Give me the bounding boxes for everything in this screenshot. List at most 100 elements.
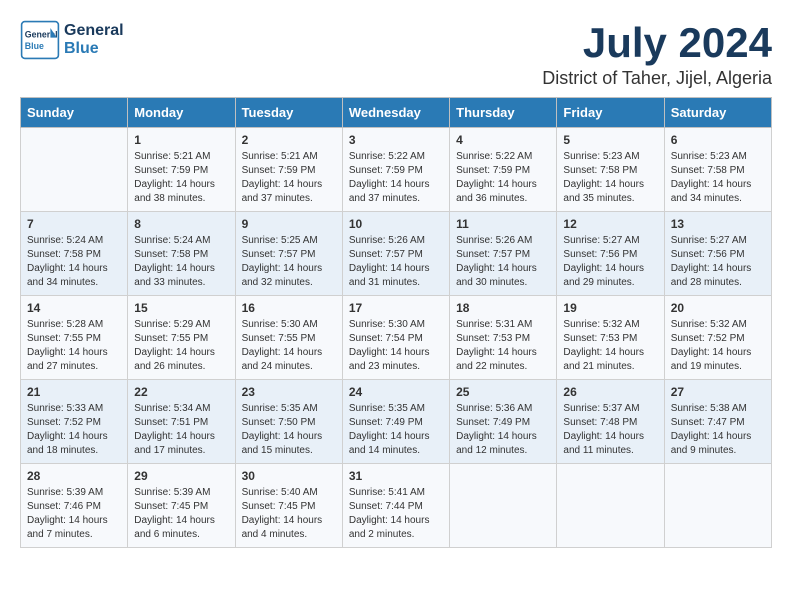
main-title: July 2024 [542, 20, 772, 66]
calendar-cell: 29Sunrise: 5:39 AMSunset: 7:45 PMDayligh… [128, 464, 235, 548]
cell-info: Sunrise: 5:24 AMSunset: 7:58 PMDaylight:… [27, 234, 121, 290]
week-row-3: 14 Sunrise: 5:28 AMSunset: 7:55 PMDayligh… [21, 296, 772, 380]
day-number: 14 [27, 301, 121, 315]
day-number: 11 [456, 217, 550, 231]
cell-info: Sunrise: 5:25 AMSunset: 7:57 PMDaylight:… [242, 234, 336, 290]
day-number: 15 [134, 301, 228, 315]
day-number: 18 [456, 301, 550, 315]
header-thursday: Thursday [450, 98, 557, 128]
header-monday: Monday [128, 98, 235, 128]
calendar-cell: 16 Sunrise: 5:30 AMSunset: 7:55 PMDayligh… [235, 296, 342, 380]
calendar-cell: 3 Sunrise: 5:22 AMSunset: 7:59 PMDaylight… [342, 128, 449, 212]
cell-info: Sunrise: 5:35 AMSunset: 7:50 PMDaylight:… [242, 402, 336, 458]
cell-info: Sunrise: 5:40 AMSunset: 7:45 PMDaylight:… [242, 486, 336, 542]
day-number: 12 [563, 217, 657, 231]
subtitle: District of Taher, Jijel, Algeria [542, 68, 772, 89]
calendar-cell: 27 Sunrise: 5:38 AMSunset: 7:47 PMDayligh… [664, 380, 771, 464]
calendar-cell: 24 Sunrise: 5:35 AMSunset: 7:49 PMDayligh… [342, 380, 449, 464]
day-number: 3 [349, 133, 443, 147]
cell-info: Sunrise: 5:28 AMSunset: 7:55 PMDaylight:… [27, 318, 121, 374]
day-number: 8 [134, 217, 228, 231]
cell-info: Sunrise: 5:33 AMSunset: 7:52 PMDaylight:… [27, 402, 121, 458]
calendar-cell: 10Sunrise: 5:26 AMSunset: 7:57 PMDayligh… [342, 212, 449, 296]
cell-info: Sunrise: 5:27 AMSunset: 7:56 PMDaylight:… [671, 234, 765, 290]
header-wednesday: Wednesday [342, 98, 449, 128]
day-number: 7 [27, 217, 121, 231]
day-number: 28 [27, 469, 121, 483]
calendar-cell: 4Sunrise: 5:22 AMSunset: 7:59 PMDaylight… [450, 128, 557, 212]
cell-info: Sunrise: 5:31 AMSunset: 7:53 PMDaylight:… [456, 318, 550, 374]
day-number: 5 [563, 133, 657, 147]
cell-info: Sunrise: 5:27 AMSunset: 7:56 PMDaylight:… [563, 234, 657, 290]
header-sunday: Sunday [21, 98, 128, 128]
cell-info: Sunrise: 5:24 AMSunset: 7:58 PMDaylight:… [134, 234, 228, 290]
calendar-cell: 23 Sunrise: 5:35 AMSunset: 7:50 PMDayligh… [235, 380, 342, 464]
calendar-cell: 11Sunrise: 5:26 AMSunset: 7:57 PMDayligh… [450, 212, 557, 296]
cell-info: Sunrise: 5:36 AMSunset: 7:49 PMDaylight:… [456, 402, 550, 458]
week-row-1: 1 Sunrise: 5:21 AMSunset: 7:59 PMDaylight… [21, 128, 772, 212]
day-number: 30 [242, 469, 336, 483]
calendar-cell: 20 Sunrise: 5:32 AMSunset: 7:52 PMDayligh… [664, 296, 771, 380]
calendar-cell: 22 Sunrise: 5:34 AMSunset: 7:51 PMDayligh… [128, 380, 235, 464]
cell-info: Sunrise: 5:34 AMSunset: 7:51 PMDaylight:… [134, 402, 228, 458]
day-number: 23 [242, 385, 336, 399]
calendar-cell: 8 Sunrise: 5:24 AMSunset: 7:58 PMDaylight… [128, 212, 235, 296]
header-friday: Friday [557, 98, 664, 128]
calendar-cell: 19 Sunrise: 5:32 AMSunset: 7:53 PMDayligh… [557, 296, 664, 380]
logo: General Blue General Blue [20, 20, 124, 60]
calendar-cell: 26 Sunrise: 5:37 AMSunset: 7:48 PMDayligh… [557, 380, 664, 464]
cell-info: Sunrise: 5:32 AMSunset: 7:52 PMDaylight:… [671, 318, 765, 374]
title-block: July 2024 District of Taher, Jijel, Alge… [542, 20, 772, 89]
cell-info: Sunrise: 5:21 AMSunset: 7:59 PMDaylight:… [134, 150, 228, 206]
cell-info: Sunrise: 5:35 AMSunset: 7:49 PMDaylight:… [349, 402, 443, 458]
day-number: 20 [671, 301, 765, 315]
cell-info: Sunrise: 5:23 AMSunset: 7:58 PMDaylight:… [671, 150, 765, 206]
day-number: 6 [671, 133, 765, 147]
calendar-cell: 15Sunrise: 5:29 AMSunset: 7:55 PMDayligh… [128, 296, 235, 380]
day-number: 19 [563, 301, 657, 315]
calendar-cell [450, 464, 557, 548]
day-number: 2 [242, 133, 336, 147]
day-number: 17 [349, 301, 443, 315]
calendar-cell: 14 Sunrise: 5:28 AMSunset: 7:55 PMDayligh… [21, 296, 128, 380]
day-number: 22 [134, 385, 228, 399]
calendar-cell: 2Sunrise: 5:21 AMSunset: 7:59 PMDaylight… [235, 128, 342, 212]
calendar-cell: 13 Sunrise: 5:27 AMSunset: 7:56 PMDayligh… [664, 212, 771, 296]
cell-info: Sunrise: 5:22 AMSunset: 7:59 PMDaylight:… [349, 150, 443, 206]
svg-text:Blue: Blue [25, 41, 44, 51]
logo-blue-text: Blue [64, 40, 124, 58]
day-number: 13 [671, 217, 765, 231]
day-number: 24 [349, 385, 443, 399]
cell-info: Sunrise: 5:30 AMSunset: 7:54 PMDaylight:… [349, 318, 443, 374]
day-number: 16 [242, 301, 336, 315]
calendar-table: SundayMondayTuesdayWednesdayThursdayFrid… [20, 97, 772, 548]
day-number: 25 [456, 385, 550, 399]
week-row-2: 7 Sunrise: 5:24 AMSunset: 7:58 PMDaylight… [21, 212, 772, 296]
calendar-cell: 9 Sunrise: 5:25 AMSunset: 7:57 PMDaylight… [235, 212, 342, 296]
day-number: 10 [349, 217, 443, 231]
day-number: 1 [134, 133, 228, 147]
calendar-cell: 30 Sunrise: 5:40 AMSunset: 7:45 PMDayligh… [235, 464, 342, 548]
day-number: 26 [563, 385, 657, 399]
calendar-cell: 21Sunrise: 5:33 AMSunset: 7:52 PMDayligh… [21, 380, 128, 464]
cell-info: Sunrise: 5:38 AMSunset: 7:47 PMDaylight:… [671, 402, 765, 458]
calendar-cell: 6 Sunrise: 5:23 AMSunset: 7:58 PMDaylight… [664, 128, 771, 212]
calendar-cell: 25 Sunrise: 5:36 AMSunset: 7:49 PMDayligh… [450, 380, 557, 464]
cell-info: Sunrise: 5:39 AMSunset: 7:46 PMDaylight:… [27, 486, 121, 542]
calendar-cell [664, 464, 771, 548]
logo-general-text: General [64, 22, 124, 40]
calendar-cell [21, 128, 128, 212]
week-row-5: 28 Sunrise: 5:39 AMSunset: 7:46 PMDayligh… [21, 464, 772, 548]
day-number: 27 [671, 385, 765, 399]
cell-info: Sunrise: 5:30 AMSunset: 7:55 PMDaylight:… [242, 318, 336, 374]
cell-info: Sunrise: 5:37 AMSunset: 7:48 PMDaylight:… [563, 402, 657, 458]
calendar-cell: 31Sunrise: 5:41 AMSunset: 7:44 PMDayligh… [342, 464, 449, 548]
calendar-cell: 7 Sunrise: 5:24 AMSunset: 7:58 PMDaylight… [21, 212, 128, 296]
cell-info: Sunrise: 5:23 AMSunset: 7:58 PMDaylight:… [563, 150, 657, 206]
cell-info: Sunrise: 5:32 AMSunset: 7:53 PMDaylight:… [563, 318, 657, 374]
calendar-cell: 28 Sunrise: 5:39 AMSunset: 7:46 PMDayligh… [21, 464, 128, 548]
day-number: 9 [242, 217, 336, 231]
day-number: 4 [456, 133, 550, 147]
cell-info: Sunrise: 5:41 AMSunset: 7:44 PMDaylight:… [349, 486, 443, 542]
calendar-cell: 12 Sunrise: 5:27 AMSunset: 7:56 PMDayligh… [557, 212, 664, 296]
